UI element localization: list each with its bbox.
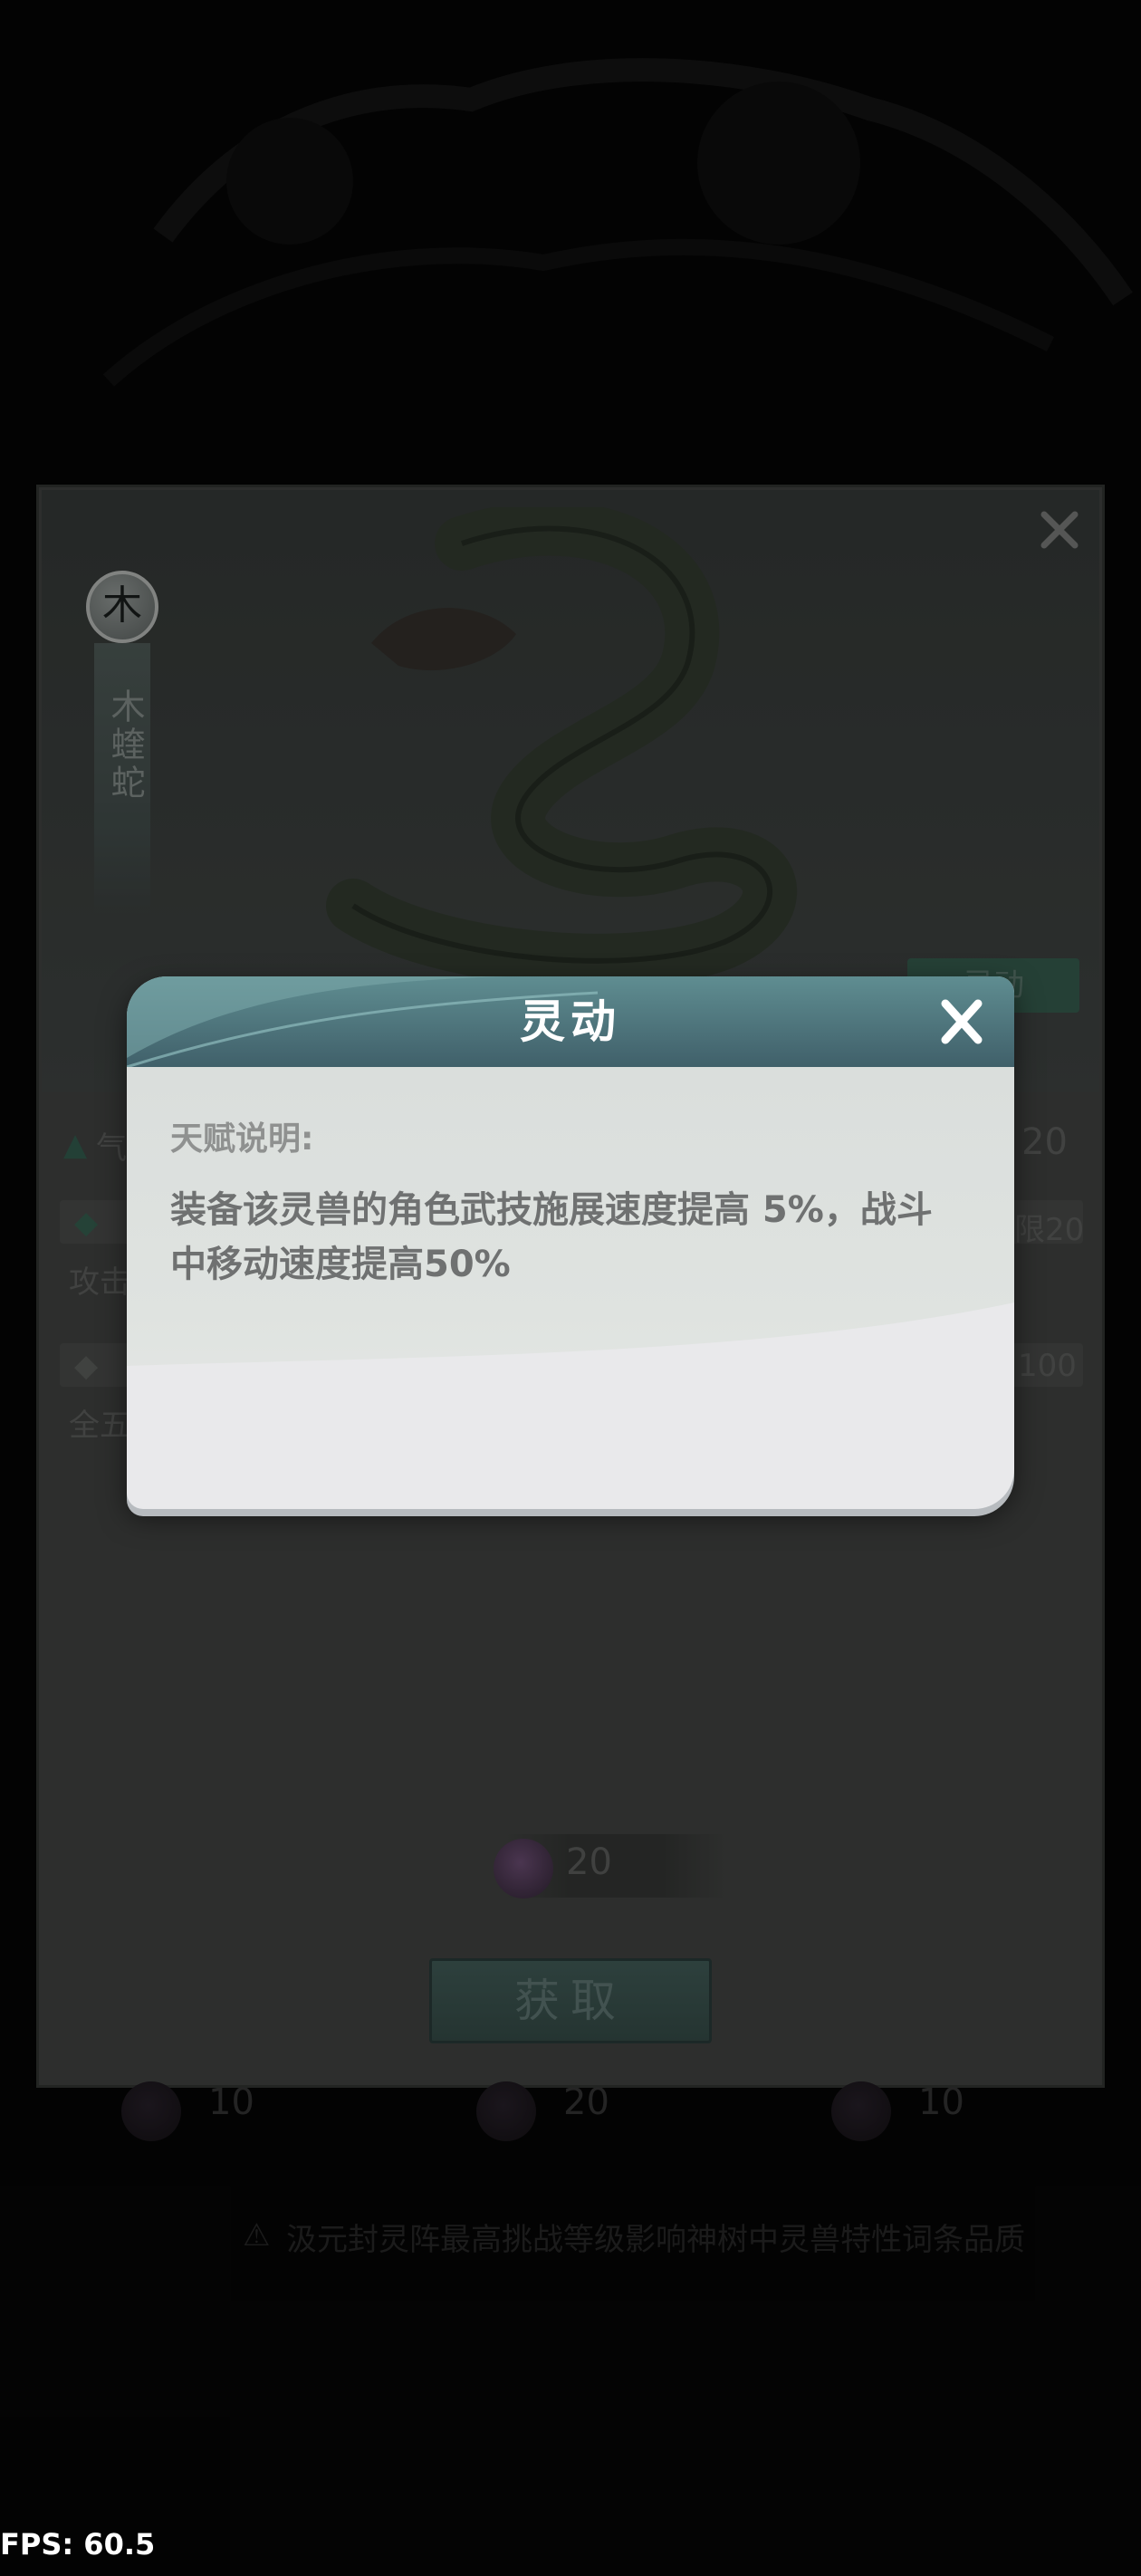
talent-description: 装备该灵兽的角色武技施展速度提高 5%，战斗中移动速度提高50%	[170, 1189, 933, 1285]
popup-title: 灵动	[520, 995, 621, 1048]
popup-body-curve	[127, 1302, 1014, 1420]
close-icon[interactable]	[935, 995, 989, 1049]
talent-popup: 灵动 天赋说明: 装备该灵兽的角色武技施展速度提高 5%，战斗中移动速度提高50…	[127, 976, 1014, 1509]
fps-readout: FPS: 60.5	[0, 2527, 156, 2562]
talent-section-label: 天赋说明:	[170, 1120, 314, 1158]
